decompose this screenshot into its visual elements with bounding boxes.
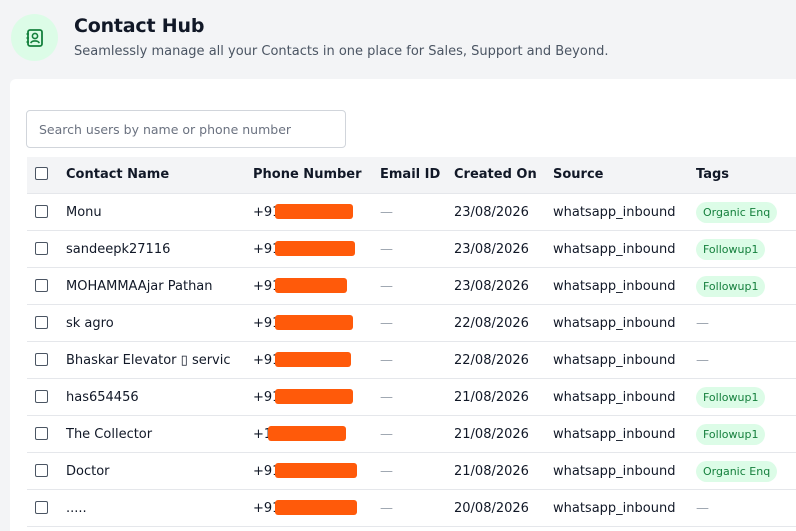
contact-name[interactable]: has654456	[66, 390, 139, 405]
row-checkbox[interactable]	[35, 242, 48, 255]
email-id: —	[380, 353, 393, 368]
created-on: 21/08/2026	[454, 427, 529, 442]
tag-empty: —	[696, 501, 709, 516]
table-row[interactable]: Bhaskar Elevator ▯ servic +91—22/08/2026 w…	[27, 342, 796, 379]
email-id: —	[380, 242, 393, 257]
phone-number-redaction	[275, 241, 355, 256]
row-checkbox[interactable]	[35, 464, 48, 477]
contact-name[interactable]: Doctor	[66, 464, 110, 479]
created-on: 23/08/2026	[454, 279, 529, 294]
page-subtitle: Seamlessly manage all your Contacts in o…	[74, 44, 609, 59]
source: whatsapp_inbound	[553, 242, 676, 257]
tag-badge: Organic Enq	[696, 461, 778, 482]
tag-empty: —	[696, 353, 709, 368]
column-source[interactable]: Source	[553, 167, 603, 182]
table-row[interactable]: sandeepk27116 +91—23/08/2026 whatsapp_inbo…	[27, 231, 796, 268]
phone-number-redaction	[275, 315, 353, 330]
table-header: Contact Name Phone Number Email ID Creat…	[27, 157, 796, 194]
email-id: —	[380, 427, 393, 442]
created-on: 21/08/2026	[454, 464, 529, 479]
tag-badge: Followup1	[696, 387, 766, 408]
contact-book-icon	[11, 14, 58, 61]
source: whatsapp_inbound	[553, 279, 676, 294]
tag-badge: Followup1	[696, 424, 766, 445]
contact-name[interactable]: The Collector	[66, 427, 152, 442]
table-row[interactable]: Doctor +91—21/08/2026 whatsapp_inbound Orga…	[27, 453, 796, 490]
column-phone-number[interactable]: Phone Number	[253, 167, 362, 182]
source: whatsapp_inbound	[553, 464, 676, 479]
table-row[interactable]: MOHAMMAAjar Pathan +91—23/08/2026 whatsapp…	[27, 268, 796, 305]
created-on: 23/08/2026	[454, 242, 529, 257]
email-id: —	[380, 464, 393, 479]
column-created-on[interactable]: Created On	[454, 167, 537, 182]
row-checkbox[interactable]	[35, 353, 48, 366]
contact-name[interactable]: Bhaskar Elevator ▯ servic	[66, 353, 231, 368]
created-on: 22/08/2026	[454, 353, 529, 368]
tag-badge: Organic Enq	[696, 202, 778, 223]
column-tags[interactable]: Tags	[696, 167, 729, 182]
page-header: Contact Hub Seamlessly manage all your C…	[0, 0, 796, 78]
tag-empty: —	[696, 316, 709, 331]
source: whatsapp_inbound	[553, 501, 676, 516]
email-id: —	[380, 279, 393, 294]
created-on: 20/08/2026	[454, 501, 529, 516]
table-row[interactable]: The Collector +1—21/08/2026 whatsapp_inbou…	[27, 416, 796, 453]
row-checkbox[interactable]	[35, 427, 48, 440]
source: whatsapp_inbound	[553, 205, 676, 220]
source: whatsapp_inbound	[553, 353, 676, 368]
contact-name[interactable]: sandeepk27116	[66, 242, 170, 257]
contact-name[interactable]: sk agro	[66, 316, 114, 331]
source: whatsapp_inbound	[553, 390, 676, 405]
phone-number-redaction	[275, 352, 351, 367]
created-on: 23/08/2026	[454, 205, 529, 220]
row-checkbox[interactable]	[35, 279, 48, 292]
source: whatsapp_inbound	[553, 427, 676, 442]
column-contact-name[interactable]: Contact Name	[66, 167, 169, 182]
table-row[interactable]: ..... +91—20/08/2026 whatsapp_inbound —	[27, 490, 796, 527]
row-checkbox[interactable]	[35, 205, 48, 218]
email-id: —	[380, 390, 393, 405]
email-id: —	[380, 205, 393, 220]
search-input[interactable]	[26, 110, 346, 148]
created-on: 21/08/2026	[454, 390, 529, 405]
row-checkbox[interactable]	[35, 501, 48, 514]
phone-number-redaction	[268, 426, 346, 441]
contact-name[interactable]: .....	[66, 501, 87, 516]
contact-name[interactable]: MOHAMMAAjar Pathan	[66, 279, 213, 294]
select-all-checkbox[interactable]	[35, 167, 48, 180]
phone-number-redaction	[275, 463, 357, 478]
tag-badge: Followup1	[696, 239, 766, 260]
phone-number-redaction	[275, 389, 353, 404]
contact-name[interactable]: Monu	[66, 205, 102, 220]
row-checkbox[interactable]	[35, 390, 48, 403]
table-row[interactable]: has654456 +91—21/08/2026 whatsapp_inbound F…	[27, 379, 796, 416]
row-checkbox[interactable]	[35, 316, 48, 329]
phone-number-redaction	[275, 278, 347, 293]
column-email-id[interactable]: Email ID	[380, 167, 440, 182]
page-title: Contact Hub	[74, 15, 205, 37]
tag-badge: Followup1	[696, 276, 766, 297]
table-row[interactable]: Monu +91—23/08/2026 whatsapp_inbound Organi…	[27, 194, 796, 231]
email-id: —	[380, 501, 393, 516]
table-row[interactable]: sk agro +91—22/08/2026 whatsapp_inbound —	[27, 305, 796, 342]
phone-number-redaction	[275, 204, 353, 219]
phone-number-redaction	[275, 500, 357, 515]
email-id: —	[380, 316, 393, 331]
source: whatsapp_inbound	[553, 316, 676, 331]
created-on: 22/08/2026	[454, 316, 529, 331]
